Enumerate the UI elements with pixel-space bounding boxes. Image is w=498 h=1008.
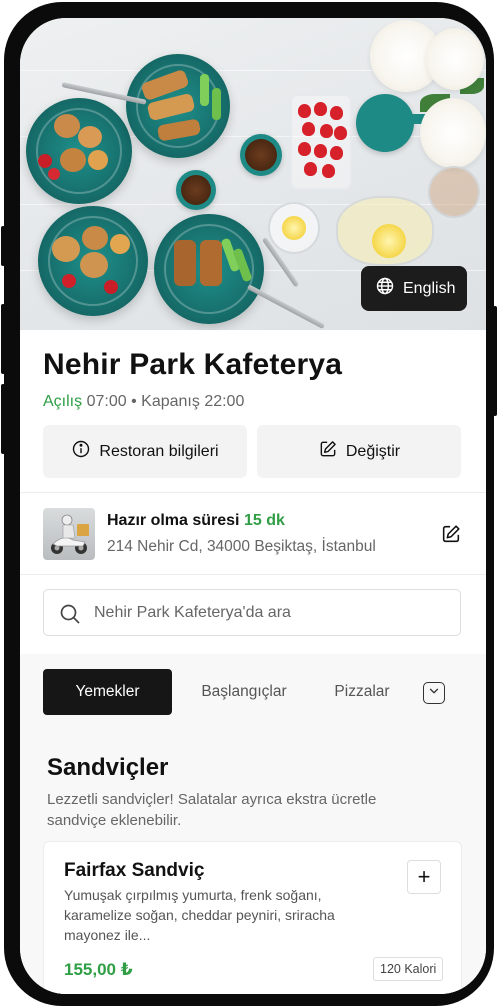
chevron-down-icon (427, 684, 441, 703)
close-time: 22:00 (204, 393, 245, 410)
change-button[interactable]: Değiştir (257, 425, 461, 478)
edit-address-button[interactable] (440, 523, 462, 545)
hours-separator: • (131, 393, 137, 410)
search-input[interactable] (94, 590, 454, 635)
app-screen: English Nehir Park Kafeterya Açılış 07:0… (20, 18, 486, 994)
menu-item-name: Fairfax Sandviç (64, 860, 205, 881)
language-label: English (403, 279, 456, 297)
menu-item-description: Yumuşak çırpılmış yumurta, frenk soğanı,… (64, 887, 335, 943)
edit-icon (440, 525, 462, 549)
divider (20, 492, 486, 493)
menu-item-price: 155,00 ₺ (64, 960, 133, 979)
change-label: Değiştir (345, 442, 401, 460)
tab-yemekler[interactable]: Yemekler (43, 669, 172, 715)
opening-hours: Açılış 07:00 • Kapanış 22:00 (43, 393, 244, 411)
restaurant-info-label: Restoran bilgileri (99, 442, 219, 460)
calorie-badge: 120 Kalori (373, 957, 444, 981)
hero-image: English (20, 18, 486, 330)
info-icon (71, 439, 91, 464)
ready-label: Hazır olma süresi (107, 512, 240, 529)
tab-baslangiclar[interactable]: Başlangıçlar (192, 669, 296, 715)
ready-time-text: Hazır olma süresi 15 dk (107, 512, 285, 530)
section-title: Sandviçler (47, 754, 169, 781)
ready-minutes: 15 dk (243, 512, 285, 529)
edit-icon (318, 439, 338, 464)
globe-icon (375, 276, 395, 301)
restaurant-name: Nehir Park Kafeterya (43, 348, 343, 381)
open-label: Açılış (43, 393, 83, 410)
menu-section: Yemekler Başlangıçlar Pizzalar Sandviçle… (20, 654, 486, 994)
restaurant-info-button[interactable]: Restoran bilgileri (43, 425, 247, 478)
section-description: Lezzetli sandviçler! Salatalar ayrıca ek… (47, 791, 377, 829)
search-bar (43, 589, 461, 636)
open-time: 07:00 (86, 393, 127, 410)
add-item-button[interactable]: + (407, 860, 441, 894)
phone-frame: English Nehir Park Kafeterya Açılış 07:0… (4, 2, 494, 1006)
language-button[interactable]: English (361, 266, 467, 311)
menu-item-card[interactable]: Fairfax Sandviç Yumuşak çırpılmış yumurt… (43, 841, 462, 994)
courier-scooter-image (43, 508, 95, 560)
divider (20, 574, 486, 575)
more-tabs-button[interactable] (423, 682, 445, 704)
address-text: 214 Nehir Cd, 34000 Beşiktaş, İstanbul (107, 538, 376, 555)
close-label: Kapanış (141, 393, 200, 410)
tab-pizzalar[interactable]: Pizzalar (326, 669, 398, 715)
